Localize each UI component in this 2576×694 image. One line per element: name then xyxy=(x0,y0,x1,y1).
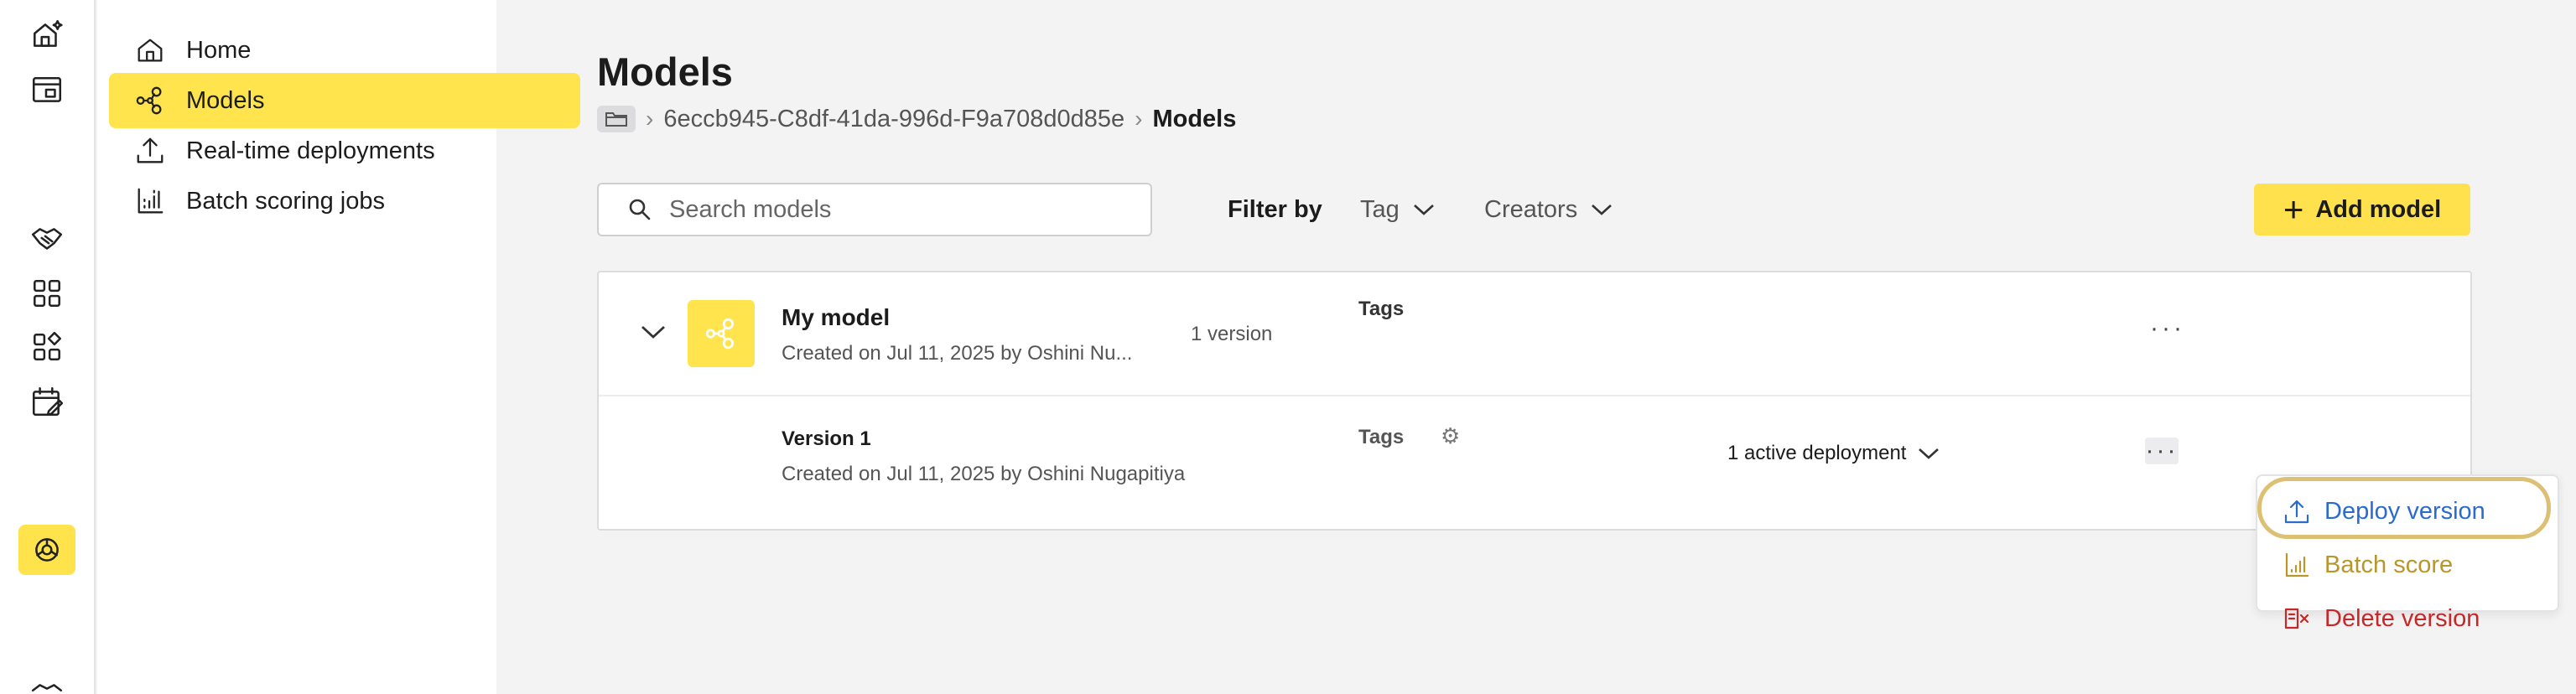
gear-icon[interactable]: ⚙ xyxy=(1441,423,1460,449)
model-version-count: 1 version xyxy=(1191,323,1273,345)
sidebar-item-label: Models xyxy=(186,86,265,114)
store-icon[interactable] xyxy=(18,65,75,116)
active-deployment-dropdown[interactable]: 1 active deployment xyxy=(1727,442,1940,465)
model-name[interactable]: My model xyxy=(782,304,890,331)
models-table: My model Created on Jul 11, 2025 by Oshi… xyxy=(597,271,2472,531)
home-sparkle-icon[interactable] xyxy=(18,10,75,60)
creators-filter-dropdown[interactable]: Creators xyxy=(1484,193,1613,226)
search-input[interactable] xyxy=(669,195,1139,224)
model-tags-label: Tags xyxy=(1358,298,1405,320)
sidebar-item-label: Batch scoring jobs xyxy=(186,187,385,215)
chevron-down-icon[interactable] xyxy=(641,324,666,339)
grid-icon[interactable] xyxy=(18,268,75,319)
model-hub-icon[interactable] xyxy=(18,525,75,575)
plus-icon: + xyxy=(2283,189,2304,229)
active-deployment-label: 1 active deployment xyxy=(1727,442,1907,464)
batch-icon xyxy=(2285,552,2309,577)
add-model-label: Add model xyxy=(2315,195,2442,223)
model-more-icon[interactable]: ··· xyxy=(2150,314,2185,343)
chevron-down-icon xyxy=(1413,205,1434,215)
sidebar-item-label: Real-time deployments xyxy=(186,137,435,164)
breadcrumb: › 6eccb945-C8df-41da-996d-F9a708d0d85e ›… xyxy=(597,104,1236,134)
version-created: Created on Jul 11, 2025 by Oshini Nugapi… xyxy=(782,463,1186,485)
batch-icon xyxy=(138,188,164,214)
folder-icon[interactable] xyxy=(597,106,636,132)
menu-item-delete-version[interactable]: Delete version xyxy=(2283,597,2480,640)
delete-icon xyxy=(2284,608,2309,629)
sidebar-item-label: Home xyxy=(186,36,252,64)
model-icon xyxy=(688,300,755,367)
breadcrumb-project[interactable]: 6eccb945-C8df-41da-996d-F9a708d0d85e xyxy=(663,106,1124,133)
menu-item-batch-score[interactable]: Batch score xyxy=(2283,543,2453,587)
chevron-right-icon: › xyxy=(646,106,654,132)
search-box[interactable] xyxy=(597,183,1152,236)
row-divider xyxy=(599,395,2470,396)
sidebar: Home Models Real-time deployments Batch … xyxy=(97,0,580,694)
chevron-down-icon xyxy=(1592,205,1613,215)
calendar-edit-icon[interactable] xyxy=(18,377,75,427)
tag-filter-label: Tag xyxy=(1360,195,1400,223)
home-icon xyxy=(138,39,163,62)
version-more-button[interactable]: ··· xyxy=(2145,437,2179,464)
icon-rail xyxy=(0,0,96,694)
add-model-button[interactable]: + Add model xyxy=(2254,184,2470,236)
creators-filter-label: Creators xyxy=(1484,195,1578,223)
partial-icon[interactable] xyxy=(18,671,75,694)
version-tags-label: Tags xyxy=(1358,426,1405,448)
apps-icon[interactable] xyxy=(18,322,75,372)
filter-label: Filter by xyxy=(1228,196,1322,223)
focus-ring xyxy=(2257,477,2551,539)
menu-item-label: Batch score xyxy=(2324,551,2454,578)
page-title: Models xyxy=(597,49,733,94)
chevron-down-icon xyxy=(1919,448,1940,459)
version-name[interactable]: Version 1 xyxy=(782,427,871,451)
model-created: Created on Jul 11, 2025 by Oshini Nu... xyxy=(782,342,1133,365)
models-icon xyxy=(136,86,162,115)
upload-icon xyxy=(137,137,164,163)
tag-filter-dropdown[interactable]: Tag xyxy=(1360,193,1435,226)
menu-item-label: Delete version xyxy=(2324,604,2480,632)
breadcrumb-current: Models xyxy=(1152,105,1237,132)
search-icon xyxy=(629,199,651,220)
chevron-right-icon: › xyxy=(1135,106,1143,132)
handshake-icon[interactable] xyxy=(18,215,75,265)
